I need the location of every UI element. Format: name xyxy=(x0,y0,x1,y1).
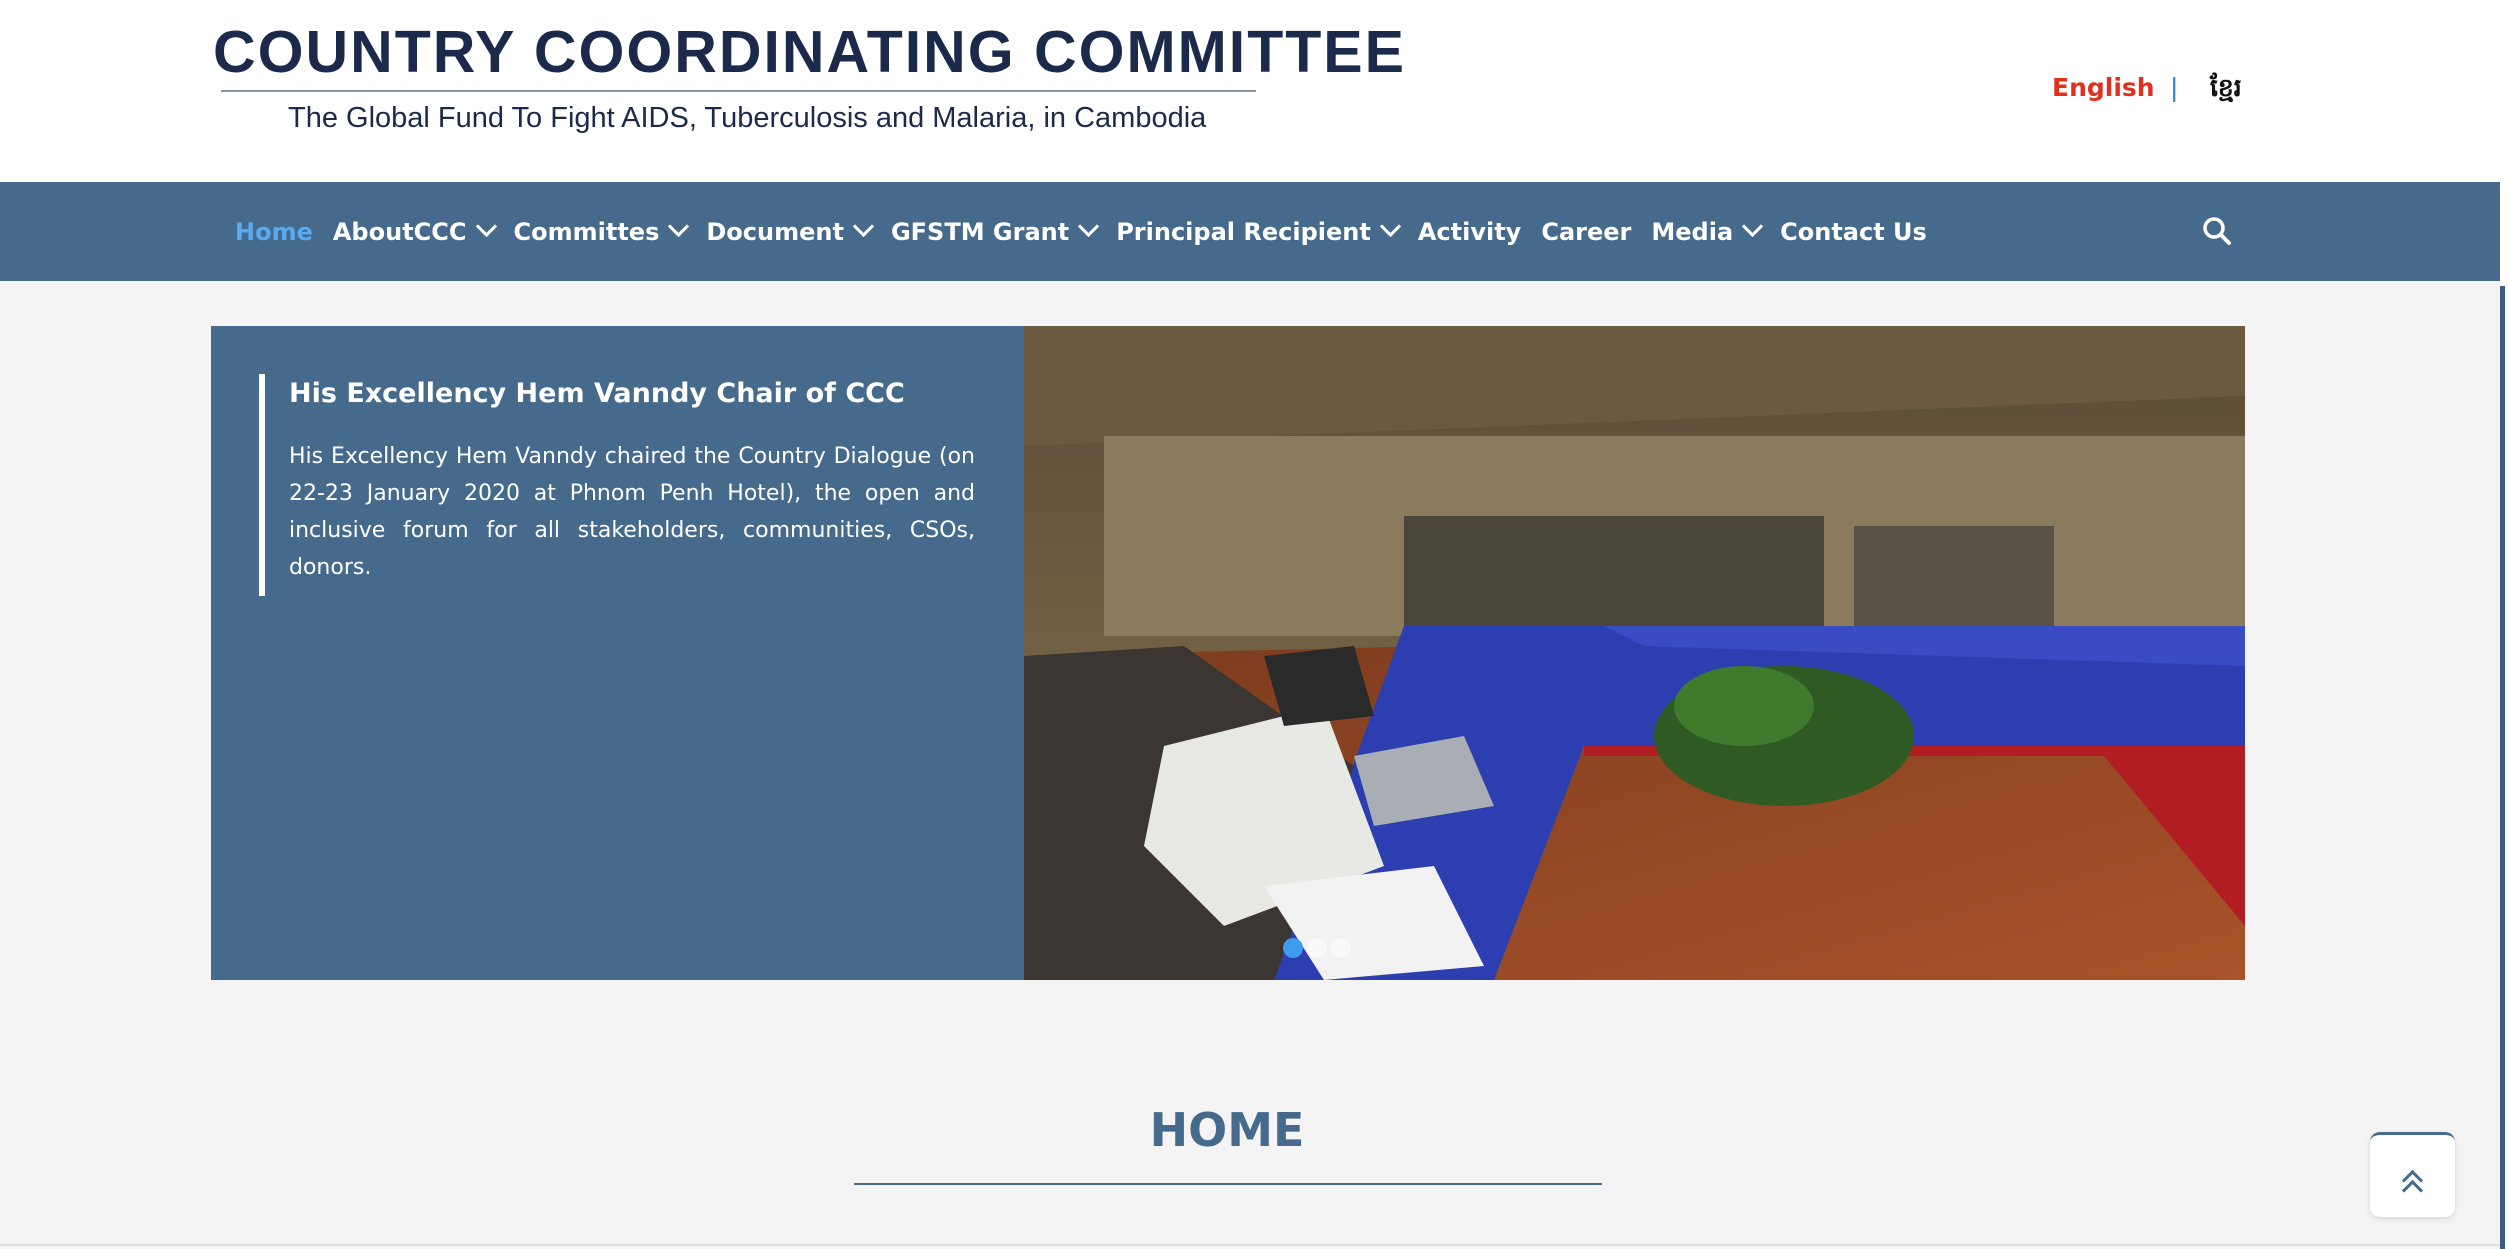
language-separator: | xyxy=(2170,73,2179,102)
slider-dot[interactable] xyxy=(1283,938,1303,958)
language-english-link[interactable]: English xyxy=(2052,68,2155,108)
nav-item-label: Media xyxy=(1651,217,1734,246)
section-title: HOME xyxy=(1149,1103,1305,1157)
slide-text: His Excellency Hem Vanndy chaired the Co… xyxy=(289,444,975,580)
nav-item-label: Document xyxy=(706,217,844,246)
chevron-down-icon xyxy=(852,215,875,238)
nav-item-aboutccc[interactable]: AboutCCC xyxy=(332,215,497,246)
meeting-photo xyxy=(1024,326,2245,980)
chevron-down-icon xyxy=(475,215,497,238)
chevron-down-icon xyxy=(1379,215,1401,238)
main-nav: Home AboutCCC Committes Document GFSTM Grant… xyxy=(0,182,2500,281)
slider-dot[interactable] xyxy=(1307,938,1327,958)
nav-item-career[interactable]: Career xyxy=(1541,218,1631,246)
back-to-top-button[interactable] xyxy=(2370,1132,2455,1217)
search-icon xyxy=(2203,217,2231,245)
slide-caption: His Excellency Hem Vanndy Chair of CCC H… xyxy=(259,374,985,596)
nav-item-principal-recipient[interactable]: Principal Recipient xyxy=(1116,215,1401,246)
nav-menu: Home AboutCCC Committes Document GFSTM Grant… xyxy=(235,182,1947,281)
site-title[interactable]: COUNTRY COORDINATING COMMITTEE xyxy=(213,18,1406,86)
nav-item-label: Career xyxy=(1541,217,1632,246)
chevron-down-icon xyxy=(1742,215,1764,238)
nav-item-label: AboutCCC xyxy=(332,217,467,246)
section-divider xyxy=(854,1183,1602,1185)
nav-item-label: GFSTM Grant xyxy=(890,217,1070,246)
nav-item-media[interactable]: Media xyxy=(1651,215,1764,246)
chevron-down-icon xyxy=(1078,215,1100,238)
site-subtitle: The Global Fund To Fight AIDS, Tuberculo… xyxy=(288,102,1207,134)
nav-item-label: Activity xyxy=(1417,217,1522,246)
hero-slider: His Excellency Hem Vanndy Chair of CCC H… xyxy=(211,326,2245,980)
language-khmer-link[interactable]: ខ្មែរ xyxy=(2210,68,2242,108)
page-bottom-divider xyxy=(0,1244,2500,1246)
site-header: COUNTRY COORDINATING COMMITTEE The Globa… xyxy=(0,0,2500,182)
title-divider xyxy=(221,90,1256,92)
scrollbar-thumb[interactable] xyxy=(2500,286,2505,1249)
slider-dot[interactable] xyxy=(1331,938,1351,958)
slider-dots xyxy=(1283,938,1351,958)
nav-item-label: Home xyxy=(235,217,313,246)
nav-item-label: Principal Recipient xyxy=(1116,217,1371,246)
nav-item-contact-us[interactable]: Contact Us xyxy=(1780,218,1927,246)
nav-item-activity[interactable]: Activity xyxy=(1418,218,1522,246)
nav-item-label: Contact Us xyxy=(1780,217,1927,246)
nav-item-gfstm-grant[interactable]: GFSTM Grant xyxy=(890,215,1100,246)
nav-item-document[interactable]: Document xyxy=(706,215,875,246)
slide-title: His Excellency Hem Vanndy Chair of CCC xyxy=(289,378,905,409)
chevron-down-icon xyxy=(668,215,690,238)
nav-item-label: Committes xyxy=(513,217,660,246)
nav-item-committes[interactable]: Committes xyxy=(513,215,690,246)
nav-item-home[interactable]: Home xyxy=(235,218,313,246)
search-button[interactable] xyxy=(2200,214,2234,248)
